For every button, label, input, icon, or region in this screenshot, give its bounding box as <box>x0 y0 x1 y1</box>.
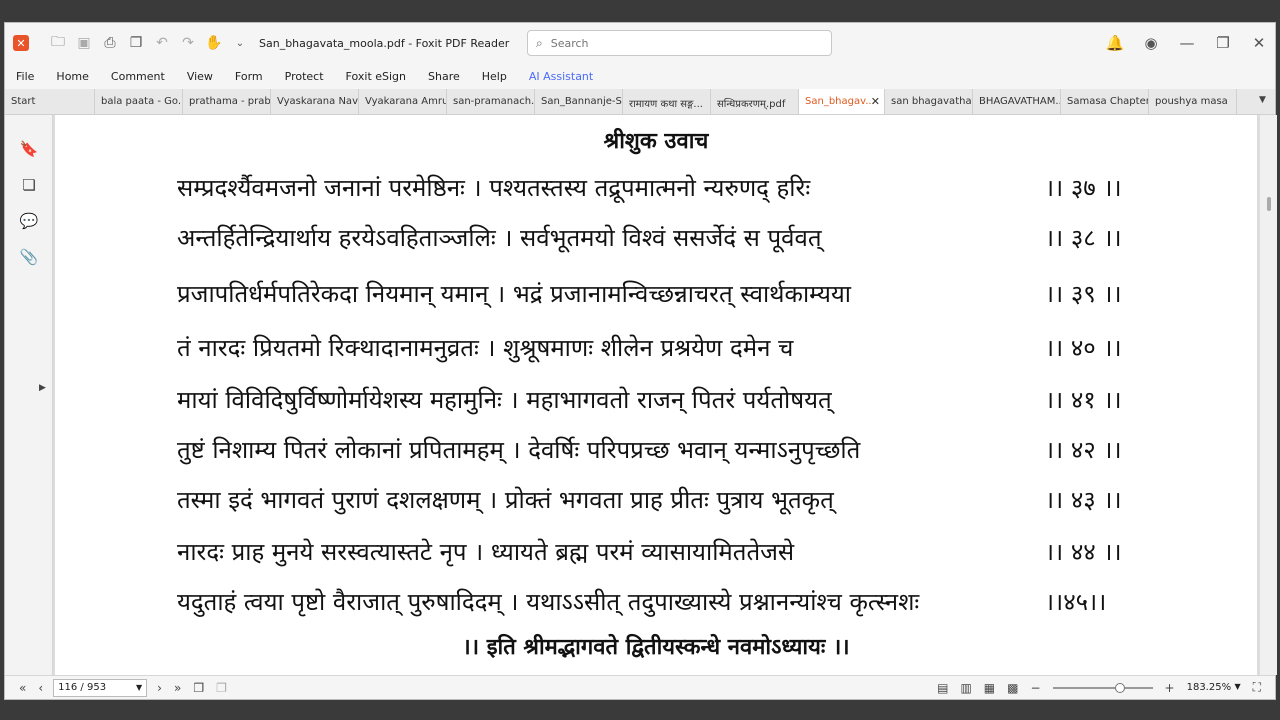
verse-line: यदुताहं त्वया पृष्टो वैराजात् पुरुषादिदम… <box>177 588 1107 616</box>
foxit-logo-icon: ✕ <box>13 35 29 51</box>
page-dropdown-icon[interactable]: ▼ <box>136 683 142 692</box>
last-page-icon[interactable]: » <box>168 681 187 695</box>
tab-start[interactable]: Start <box>5 89 95 114</box>
hand-tool-icon[interactable]: ✋ <box>203 32 225 54</box>
menu-file[interactable]: File <box>5 70 45 83</box>
undo-icon[interactable]: ↶ <box>151 32 173 54</box>
open-folder-icon[interactable]: 🗀 <box>47 32 69 54</box>
bell-icon[interactable]: 🔔 <box>1099 32 1131 54</box>
verse-line: अन्तर्हितेन्द्रियार्थाय हरयेऽवहिताञ्जलिः… <box>177 224 1122 252</box>
tab-document[interactable]: bala paata - Go... <box>95 89 183 114</box>
tab-document[interactable]: BHAGAVATHAM... <box>973 89 1061 114</box>
verse-line: सम्प्रदर्श्यैवमजनो जनानां परमेष्ठिनः । प… <box>177 174 1122 202</box>
menu-share[interactable]: Share <box>417 70 471 83</box>
verse-line: तुष्टं निशाम्य पितरं लोकानां प्रपितामहम्… <box>177 436 1122 464</box>
zoom-dropdown-icon[interactable]: ▼ <box>1234 682 1240 693</box>
window-title: San_bhagavata_moola.pdf - Foxit PDF Read… <box>259 36 510 50</box>
expand-panel-icon[interactable]: ▶ <box>39 383 46 393</box>
redo-icon[interactable]: ↷ <box>177 32 199 54</box>
tab-document[interactable]: san-pramanach... <box>447 89 535 114</box>
previous-page-icon[interactable]: ‹ <box>32 681 49 695</box>
verse-line: मायां विविदिषुर्विष्णोर्मायेशस्य महामुनि… <box>177 386 1122 414</box>
comments-icon[interactable]: 💬 <box>5 203 53 239</box>
tab-document[interactable]: prathama - prab... <box>183 89 271 114</box>
copy-icon[interactable]: ❐ <box>125 32 147 54</box>
facing-layout-icon[interactable]: ▦ <box>978 681 1001 695</box>
document-tabs: Start bala paata - Go... prathama - prab… <box>5 89 1275 115</box>
tab-document-active[interactable]: San_bhagav... ✕ <box>799 89 885 114</box>
pages-icon[interactable]: ❏ <box>5 167 53 203</box>
chapter-colophon: ।। इति श्रीमद्भागवते द्वितीयस्कन्धे नवमो… <box>462 634 850 660</box>
minimize-icon[interactable]: — <box>1171 32 1203 54</box>
menu-form[interactable]: Form <box>224 70 274 83</box>
page-heading: श्रीशुक उवाच <box>603 128 709 154</box>
zoom-slider-knob[interactable] <box>1114 682 1125 693</box>
tab-document[interactable]: san bhagavathat... <box>885 89 973 114</box>
tab-document[interactable]: रामायण कथा सङ्ग... <box>623 89 711 114</box>
continuous-layout-icon[interactable]: ▥ <box>954 681 977 695</box>
continuous-facing-layout-icon[interactable]: ▩ <box>1001 681 1024 695</box>
print-icon[interactable]: ⎙ <box>99 32 121 54</box>
fullscreen-icon[interactable]: ⛶ <box>1247 680 1267 695</box>
left-panel: 🔖 ❏ 💬 📎 ▶ <box>5 115 53 675</box>
single-page-layout-icon[interactable]: ▤ <box>931 681 954 695</box>
verse-line: नारदः प्राह मुनये सरस्वत्यास्तटे नृप । ध… <box>177 538 1122 566</box>
tab-close-icon[interactable]: ✕ <box>871 95 880 108</box>
tab-document[interactable]: San_Bannanje-S... <box>535 89 623 114</box>
zoom-level-field[interactable]: 183.25% ▼ <box>1181 682 1247 693</box>
menu-foxit-esign[interactable]: Foxit eSign <box>335 70 417 83</box>
tab-document[interactable]: सन्धिप्रकरणम्.pdf <box>711 89 799 114</box>
menu-view[interactable]: View <box>176 70 224 83</box>
zoom-in-icon[interactable]: + <box>1159 681 1181 695</box>
status-bar: « ‹ 116 / 953 ▼ › » ❐ ❐ ▤ ▥ ▦ ▩ − + 183.… <box>5 675 1275 699</box>
document-viewer[interactable]: श्रीशुक उवाच सम्प्रदर्श्यैवमजनो जनानां प… <box>53 115 1277 675</box>
app-window: ✕ 🗀 ▣ ⎙ ❐ ↶ ↷ ✋ ⌄ San_bhagavata_moola.pd… <box>4 22 1277 700</box>
title-bar: ✕ 🗀 ▣ ⎙ ❐ ↶ ↷ ✋ ⌄ San_bhagavata_moola.pd… <box>5 23 1275 63</box>
search-box[interactable]: ⌕ <box>527 30 832 56</box>
menu-bar: File Home Comment View Form Protect Foxi… <box>5 63 1275 89</box>
bookmark-icon[interactable]: 🔖 <box>5 131 53 167</box>
verse-line: प्रजापतिर्धर्मपतिरेकदा नियमान् यमान् । भ… <box>177 280 1122 308</box>
zoom-slider[interactable] <box>1052 682 1153 693</box>
save-icon[interactable]: ▣ <box>73 32 95 54</box>
tab-document[interactable]: Vyakarana Amru... <box>359 89 447 114</box>
menu-ai-assistant[interactable]: AI Assistant <box>518 70 604 83</box>
pdf-page: श्रीशुक उवाच सम्प्रदर्श्यैवमजनो जनानां प… <box>55 115 1257 675</box>
next-page-icon[interactable]: › <box>151 681 168 695</box>
vertical-scrollbar[interactable] <box>1259 115 1277 675</box>
account-icon[interactable]: ◉ <box>1135 32 1167 54</box>
search-input[interactable] <box>548 35 809 51</box>
verse-line: तं नारदः प्रियतमो रिक्थादानामनुव्रतः । श… <box>177 334 1122 362</box>
restore-icon[interactable]: ❐ <box>1207 32 1239 54</box>
customize-dropdown-icon[interactable]: ⌄ <box>229 32 251 54</box>
menu-comment[interactable]: Comment <box>100 70 176 83</box>
tab-document[interactable]: Samasa Chapter... <box>1061 89 1149 114</box>
attachment-icon[interactable]: 📎 <box>5 239 53 275</box>
two-page-view-icon[interactable]: ❐ <box>210 681 233 695</box>
first-page-icon[interactable]: « <box>13 681 32 695</box>
page-number-field[interactable]: 116 / 953 ▼ <box>53 678 148 697</box>
tab-document[interactable]: poushya masa <box>1149 89 1237 114</box>
tab-list-dropdown-icon[interactable]: ▼ <box>1259 89 1275 114</box>
tab-document[interactable]: Vyaskarana Nav... <box>271 89 359 114</box>
menu-home[interactable]: Home <box>45 70 99 83</box>
verse-line: तस्मा इदं भागवतं पुराणं दशलक्षणम् । प्रो… <box>177 486 1122 514</box>
menu-protect[interactable]: Protect <box>274 70 335 83</box>
scrollbar-thumb[interactable] <box>1267 197 1271 211</box>
single-page-view-icon[interactable]: ❐ <box>187 681 210 695</box>
menu-help[interactable]: Help <box>471 70 518 83</box>
search-icon: ⌕ <box>536 35 543 50</box>
close-icon[interactable]: ✕ <box>1243 32 1275 54</box>
zoom-out-icon[interactable]: − <box>1024 681 1046 695</box>
